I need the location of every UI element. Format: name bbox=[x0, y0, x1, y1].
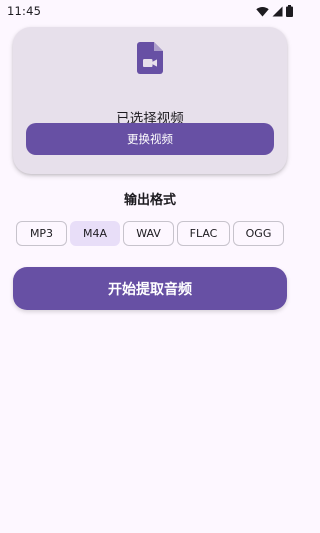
signal-icon bbox=[272, 6, 283, 16]
wifi-icon bbox=[256, 6, 269, 16]
change-video-button[interactable]: 更换视频 bbox=[26, 123, 274, 155]
video-file-icon bbox=[137, 42, 163, 74]
format-chip-flac[interactable]: FLAC bbox=[177, 221, 230, 246]
status-icons bbox=[256, 5, 293, 17]
format-chip-ogg[interactable]: OGG bbox=[233, 221, 284, 246]
format-chip-wav[interactable]: WAV bbox=[123, 221, 174, 246]
output-format-title: 输出格式 bbox=[123, 193, 176, 208]
status-time: 11:45 bbox=[7, 4, 42, 18]
status-bar: 11:45 bbox=[0, 0, 300, 22]
format-chip-mp3[interactable]: MP3 bbox=[16, 221, 67, 246]
battery-icon bbox=[286, 5, 293, 17]
format-chip-m4a[interactable]: M4A bbox=[70, 221, 120, 246]
start-extract-audio-button[interactable]: 开始提取音频 bbox=[13, 267, 287, 310]
video-card: 已选择视频 更换视频 bbox=[13, 27, 287, 174]
format-chip-group: MP3 M4A WAV FLAC OGG bbox=[0, 221, 300, 246]
